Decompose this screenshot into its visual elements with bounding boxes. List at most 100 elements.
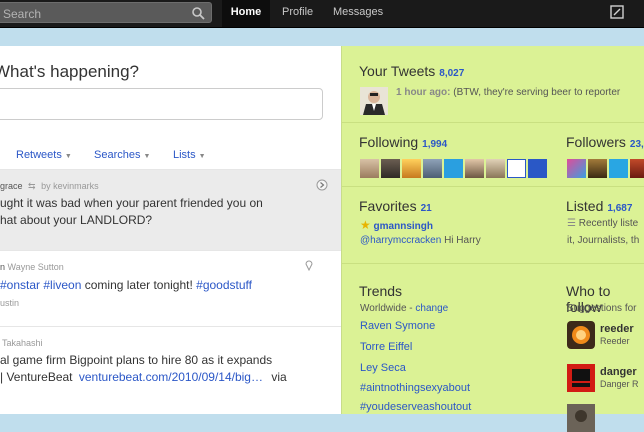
change-location-link[interactable]: change (415, 303, 448, 314)
tweet-url-link[interactable]: venturebeat.com/2010/09/14/big… (79, 370, 263, 384)
avatar[interactable] (609, 159, 628, 178)
main-timeline: What's happening? Retweets ▼ Searches ▼ Li… (0, 46, 341, 414)
avatar[interactable] (630, 159, 644, 178)
listed-count[interactable]: 1,687 (607, 203, 632, 214)
tweet-meta: n Wayne Sutton (0, 262, 64, 272)
expand-icon[interactable] (316, 179, 328, 191)
favorite-item: ★ gmannsingh (360, 218, 433, 232)
dashboard-sidebar: Your Tweets 8,027 1 hour ago: (BTW, they'… (341, 46, 644, 432)
hashtag-link[interactable]: #goodstuff (196, 278, 252, 292)
favorites-heading[interactable]: Favorites 21 (359, 198, 432, 214)
tweet-text-line: | VentureBeat venturebeat.com/2010/09/14… (0, 369, 287, 386)
mention-link[interactable]: @harrymccracken (360, 235, 441, 246)
section-label: Listed (566, 198, 604, 214)
section-label: Your Tweets (359, 63, 436, 79)
trend-item[interactable]: #aintnothingsexyabout (360, 382, 470, 394)
avatar[interactable] (567, 321, 595, 349)
location-pin-icon[interactable] (305, 259, 313, 271)
tweet-author[interactable]: grace (0, 181, 23, 191)
nav-home[interactable]: Home (222, 0, 270, 27)
tab-searches[interactable]: Searches ▼ (94, 149, 150, 161)
chevron-down-icon: ▼ (64, 153, 72, 160)
avatar[interactable] (528, 159, 547, 178)
list-icon: ☰ (567, 218, 576, 229)
search-box[interactable] (0, 2, 212, 23)
tab-label: Lists (173, 149, 196, 161)
compose-icon[interactable] (610, 5, 624, 19)
divider (342, 263, 644, 264)
search-icon[interactable] (191, 6, 205, 20)
tab-lists[interactable]: Lists ▼ (173, 149, 206, 161)
following-count[interactable]: 1,994 (422, 139, 447, 150)
tweet-meta: grace ⇆ by kevinmarks (0, 181, 99, 192)
tweet-text: via (271, 370, 287, 384)
your-tweets-heading[interactable]: Your Tweets 8,027 (359, 63, 464, 79)
follower-avatars (567, 159, 644, 178)
star-icon: ★ (360, 218, 371, 232)
nav-messages[interactable]: Messages (333, 6, 383, 18)
listed-text: ☰ Recently liste (567, 218, 638, 229)
tweet-text-line: al game firm Bigpoint plans to hire 80 a… (0, 353, 273, 367)
tab-retweets[interactable]: Retweets ▼ (16, 149, 72, 161)
listed-lists[interactable]: it, Journalists, th (567, 235, 639, 246)
avatar[interactable] (402, 159, 421, 178)
trend-item[interactable]: Ley Seca (360, 362, 406, 374)
favorite-tweet: @harrymccracken Hi Harry (360, 235, 481, 246)
suggestions-label: Suggestions for (567, 303, 637, 314)
avatar[interactable] (507, 159, 526, 178)
favorite-user-link[interactable]: gmannsingh (374, 221, 433, 232)
suggested-user-sub: Danger R (600, 379, 639, 389)
tweet-author[interactable]: Takahashi (2, 338, 43, 348)
avatar[interactable] (465, 159, 484, 178)
nav-profile[interactable]: Profile (282, 6, 313, 18)
favorites-count[interactable]: 21 (421, 203, 432, 214)
tweet-item[interactable]: Takahashi al game firm Bigpoint plans to… (0, 326, 341, 414)
following-avatars (360, 159, 547, 178)
avatar[interactable] (486, 159, 505, 178)
suggested-user-name[interactable]: danger (600, 366, 637, 378)
divider (342, 122, 644, 123)
suggested-user-name[interactable]: reeder (600, 323, 634, 335)
trends-heading: Trends (359, 283, 403, 299)
followers-heading[interactable]: Followers 23, (566, 134, 644, 150)
latest-tweet-time[interactable]: 1 hour ago: (396, 87, 450, 98)
section-label: Followers (566, 134, 626, 150)
avatar[interactable] (567, 364, 595, 392)
top-bar: Home Profile Messages (0, 0, 644, 28)
background-strip (0, 28, 644, 46)
tweet-author-initial: n (0, 262, 6, 272)
tweet-text: coming later tonight! (84, 278, 193, 292)
search-input[interactable] (1, 5, 185, 22)
tweet-author[interactable]: Wayne Sutton (8, 262, 64, 272)
tab-label: Retweets (16, 149, 62, 161)
trend-item[interactable]: #youdeserveashoutout (360, 401, 471, 413)
listed-heading[interactable]: Listed 1,687 (566, 198, 632, 214)
section-label: Favorites (359, 198, 417, 214)
hashtag-link[interactable]: #liveon (43, 278, 81, 292)
avatar[interactable] (423, 159, 442, 178)
avatar[interactable] (360, 159, 379, 178)
avatar[interactable] (588, 159, 607, 178)
retweeted-by: by kevinmarks (41, 181, 99, 191)
tweet-textarea[interactable] (0, 88, 323, 120)
trend-item[interactable]: Raven Symone (360, 320, 435, 332)
avatar[interactable] (567, 159, 586, 178)
hashtag-link[interactable]: #onstar (0, 278, 40, 292)
divider (342, 186, 644, 187)
following-heading[interactable]: Following 1,994 (359, 134, 447, 150)
avatar[interactable] (381, 159, 400, 178)
tweet-meta: Takahashi (2, 338, 43, 348)
tweet-count[interactable]: 8,027 (439, 68, 464, 79)
latest-tweet: 1 hour ago: (BTW, they're serving beer t… (396, 87, 620, 98)
chevron-down-icon: ▼ (198, 153, 206, 160)
avatar[interactable] (444, 159, 463, 178)
tweet-item[interactable]: grace ⇆ by kevinmarks ught it was bad wh… (0, 169, 341, 250)
avatar[interactable] (360, 87, 388, 115)
listed-line: Recently liste (578, 218, 639, 229)
tweet-item[interactable]: n Wayne Sutton #onstar #liveon coming la… (0, 250, 341, 326)
avatar[interactable] (567, 404, 595, 432)
followers-count[interactable]: 23, (630, 139, 644, 150)
trend-item[interactable]: Torre Eiffel (360, 341, 412, 353)
trend-location: Worldwide (360, 303, 407, 314)
tab-label: Searches (94, 149, 141, 161)
